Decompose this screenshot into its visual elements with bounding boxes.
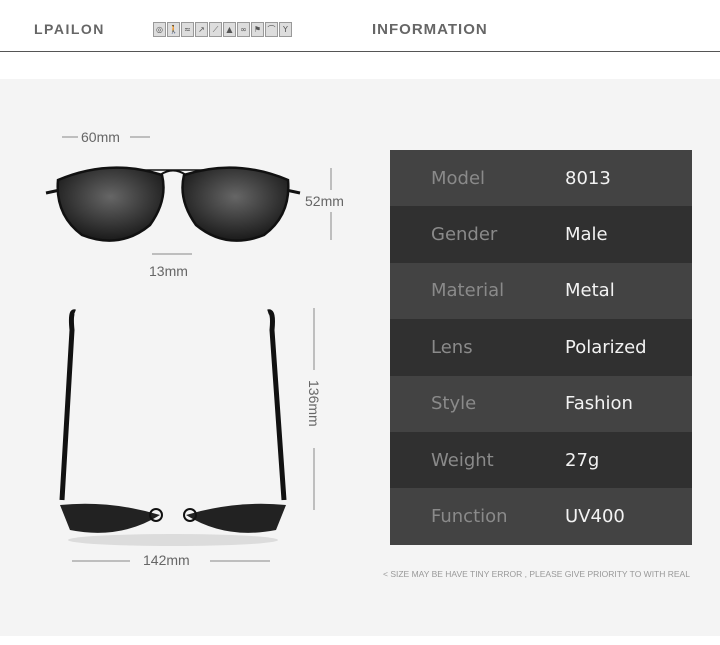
lens-height-label: 52mm (305, 193, 344, 209)
spec-label: Style (431, 393, 477, 415)
right-lens (181, 166, 290, 242)
bridge-label: 13mm (149, 263, 188, 279)
spec-row-style: Style Fashion (390, 375, 692, 432)
temple-length-label: 136mm (306, 380, 322, 427)
size-disclaimer: < SIZE MAY BE HAVE TINY ERROR , PLEASE G… (383, 569, 690, 579)
spec-value: Metal (565, 280, 615, 302)
top-view (59, 309, 287, 546)
spec-value: 8013 (565, 167, 611, 189)
spec-row-function: Function UV400 (390, 488, 692, 545)
spec-row-model: Model 8013 (390, 150, 692, 207)
spec-label: Lens (431, 336, 473, 358)
spec-label: Gender (431, 224, 498, 246)
left-lens (56, 166, 165, 242)
spec-table: Model 8013 Gender Male Material Metal Lens P… (390, 150, 692, 545)
spec-label: Weight (431, 449, 494, 471)
frame-width-label: 142mm (143, 552, 190, 568)
spec-row-material: Material Metal (390, 262, 692, 320)
spec-value: UV400 (565, 506, 625, 528)
front-view (45, 166, 301, 242)
spec-label: Model (431, 167, 486, 189)
lens-width-label: 60mm (81, 129, 120, 145)
spec-value: 27g (565, 449, 600, 471)
spec-row-weight: Weight 27g (390, 431, 692, 489)
spec-row-lens: Lens Polarized (390, 319, 692, 376)
spec-label: Material (431, 280, 505, 302)
spec-value: Polarized (565, 336, 647, 358)
spec-label: Function (431, 506, 508, 528)
spec-value: Male (565, 224, 608, 246)
spec-row-gender: Gender Male (390, 206, 692, 263)
spec-value: Fashion (565, 393, 633, 415)
